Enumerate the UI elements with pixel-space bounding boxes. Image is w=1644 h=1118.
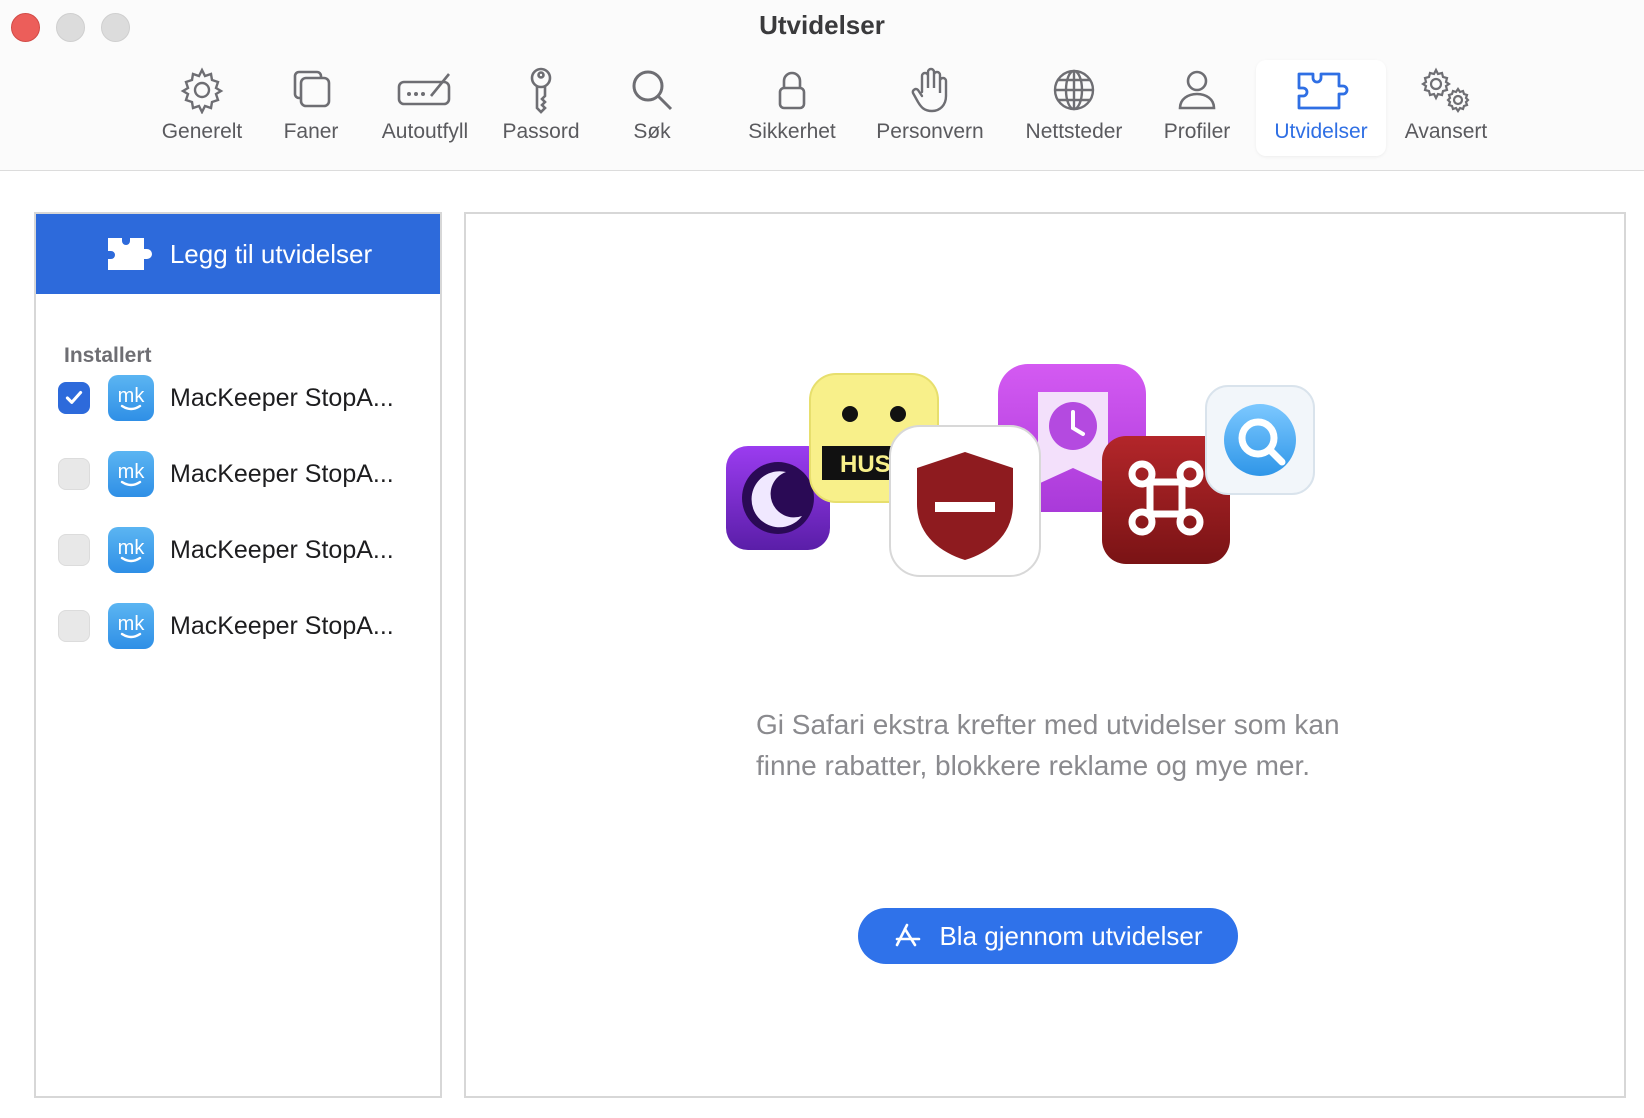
hush-label: HUS: [840, 451, 891, 478]
tab-label: Generelt: [161, 120, 243, 143]
tab-label: Nettsteder: [1025, 120, 1123, 143]
svg-text:mk: mk: [118, 461, 146, 483]
tab-passord[interactable]: Passord: [496, 60, 586, 156]
mackeeper-icon: mk: [108, 603, 154, 649]
tab-label: Passord: [502, 120, 580, 143]
add-extensions-label: Legg til utvidelser: [169, 238, 373, 269]
extension-row[interactable]: mk MacKeeper StopA...: [58, 446, 428, 502]
tab-label: Avansert: [1404, 120, 1488, 143]
extension-row[interactable]: mk MacKeeper StopA...: [58, 598, 428, 654]
tab-profiler[interactable]: Profiler: [1156, 60, 1238, 156]
puzzle-icon: [107, 238, 152, 270]
tab-utvidelser[interactable]: Utvidelser: [1256, 60, 1386, 156]
mackeeper-icon: mk: [108, 451, 154, 497]
extension-enable-checkbox[interactable]: [58, 534, 90, 566]
extension-row[interactable]: mk MacKeeper StopA...: [58, 370, 428, 426]
mackeeper-icon: mk: [108, 375, 154, 421]
svg-text:mk: mk: [118, 613, 146, 635]
tab-faner[interactable]: Faner: [278, 60, 344, 156]
extensions-description: Gi Safari ekstra krefter med utvidelser …: [756, 709, 1340, 781]
autofill-icon: [397, 73, 451, 106]
svg-text:mk: mk: [118, 385, 146, 407]
extensions-sidebar: Legg til utvidelser Installert mk MacKee…: [34, 212, 442, 1098]
tab-sikkerhet[interactable]: Sikkerhet: [740, 60, 844, 156]
extension-name: MacKeeper StopA...: [170, 535, 394, 564]
installed-section-title: Installert: [64, 344, 152, 367]
gears-icon: [1421, 67, 1470, 113]
tab-label: Søk: [633, 120, 671, 143]
person-icon: [1178, 70, 1216, 110]
puzzle-icon: [1297, 72, 1349, 110]
tab-avansert[interactable]: Avansert: [1396, 60, 1496, 156]
tab-label: Profiler: [1163, 120, 1231, 143]
search-app-icon: [1205, 385, 1315, 495]
extensions-illustration: HUS: [726, 364, 1315, 577]
extension-name: MacKeeper StopA...: [170, 459, 394, 488]
tab-label: Faner: [283, 120, 339, 143]
extensions-empty-state: HUS Gi Safari ekstra krefter med utvidel…: [464, 212, 1626, 1098]
extension-enable-checkbox[interactable]: [58, 610, 90, 642]
search-icon: [632, 70, 673, 111]
tabs-icon: [293, 70, 331, 108]
hand-icon: [911, 67, 948, 113]
extension-name: MacKeeper StopA...: [170, 383, 394, 412]
tab-autoutfyll[interactable]: Autoutfyll: [372, 60, 478, 156]
shield-app-icon: [889, 425, 1041, 577]
extension-enable-checkbox[interactable]: [58, 382, 90, 414]
mackeeper-icon: mk: [108, 527, 154, 573]
browse-extensions-label: Bla gjennom utvidelser: [939, 920, 1203, 951]
browse-extensions-button[interactable]: Bla gjennom utvidelser: [858, 908, 1238, 964]
tab-label: Autoutfyll: [381, 120, 469, 143]
app-store-icon: [896, 923, 921, 947]
svg-text:mk: mk: [118, 537, 146, 559]
window-titlebar: Utvidelser Generelt Faner Autoutfyll Pas…: [0, 0, 1644, 171]
tab-label: Sikkerhet: [748, 120, 836, 143]
tab-label: Personvern: [876, 120, 984, 143]
extension-enable-checkbox[interactable]: [58, 458, 90, 490]
checkmark-icon: [65, 390, 83, 404]
key-icon: [530, 67, 552, 114]
window-title: Utvidelser: [759, 10, 885, 40]
extension-row[interactable]: mk MacKeeper StopA...: [58, 522, 428, 578]
gear-icon: [180, 67, 224, 114]
tab-nettsteder[interactable]: Nettsteder: [1016, 60, 1132, 156]
tab-personvern[interactable]: Personvern: [868, 60, 992, 156]
lock-icon: [778, 71, 806, 110]
tab-label: Utvidelser: [1274, 120, 1368, 143]
tab-sok[interactable]: Søk: [620, 60, 684, 156]
add-extensions-button[interactable]: Legg til utvidelser: [36, 214, 440, 294]
globe-icon: [1053, 69, 1095, 111]
extension-name: MacKeeper StopA...: [170, 611, 394, 640]
tab-generelt[interactable]: Generelt: [156, 60, 248, 156]
